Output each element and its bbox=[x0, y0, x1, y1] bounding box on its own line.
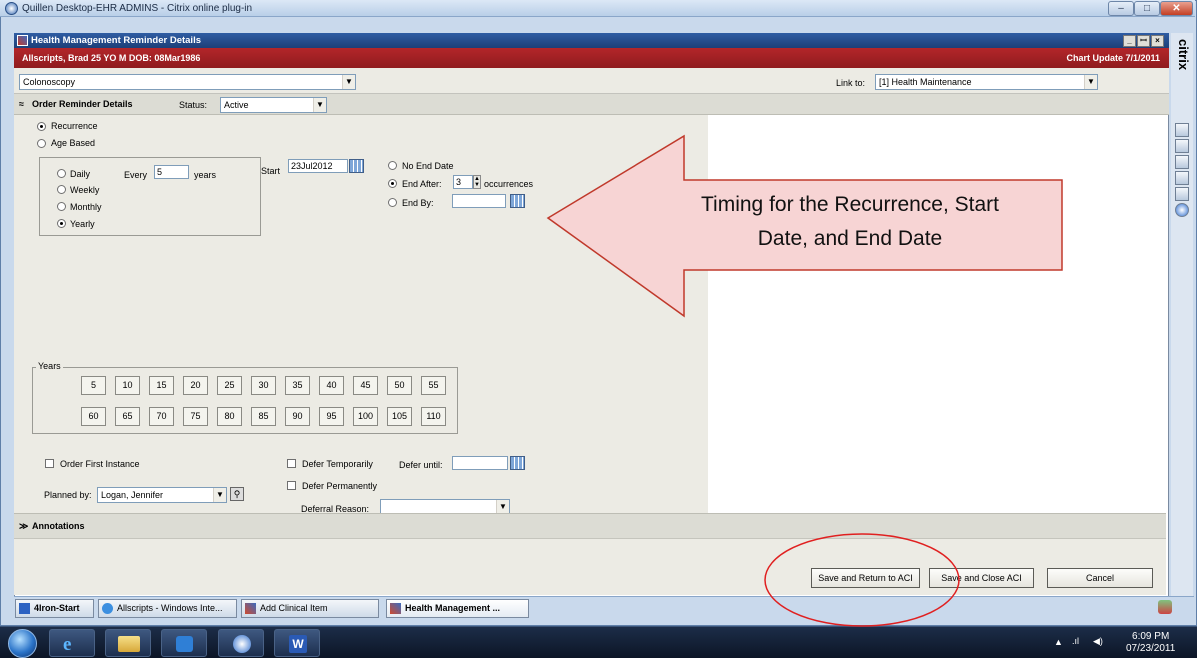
callout-line-2: Date, and End Date bbox=[757, 227, 943, 250]
callout-text: Timing for the Recurrence, Start Date, a… bbox=[600, 188, 1100, 256]
buttons-highlight-circle bbox=[764, 533, 960, 627]
callout-line-1: Timing for the Recurrence, Start bbox=[701, 193, 999, 216]
annotation-overlay bbox=[546, 134, 1063, 627]
